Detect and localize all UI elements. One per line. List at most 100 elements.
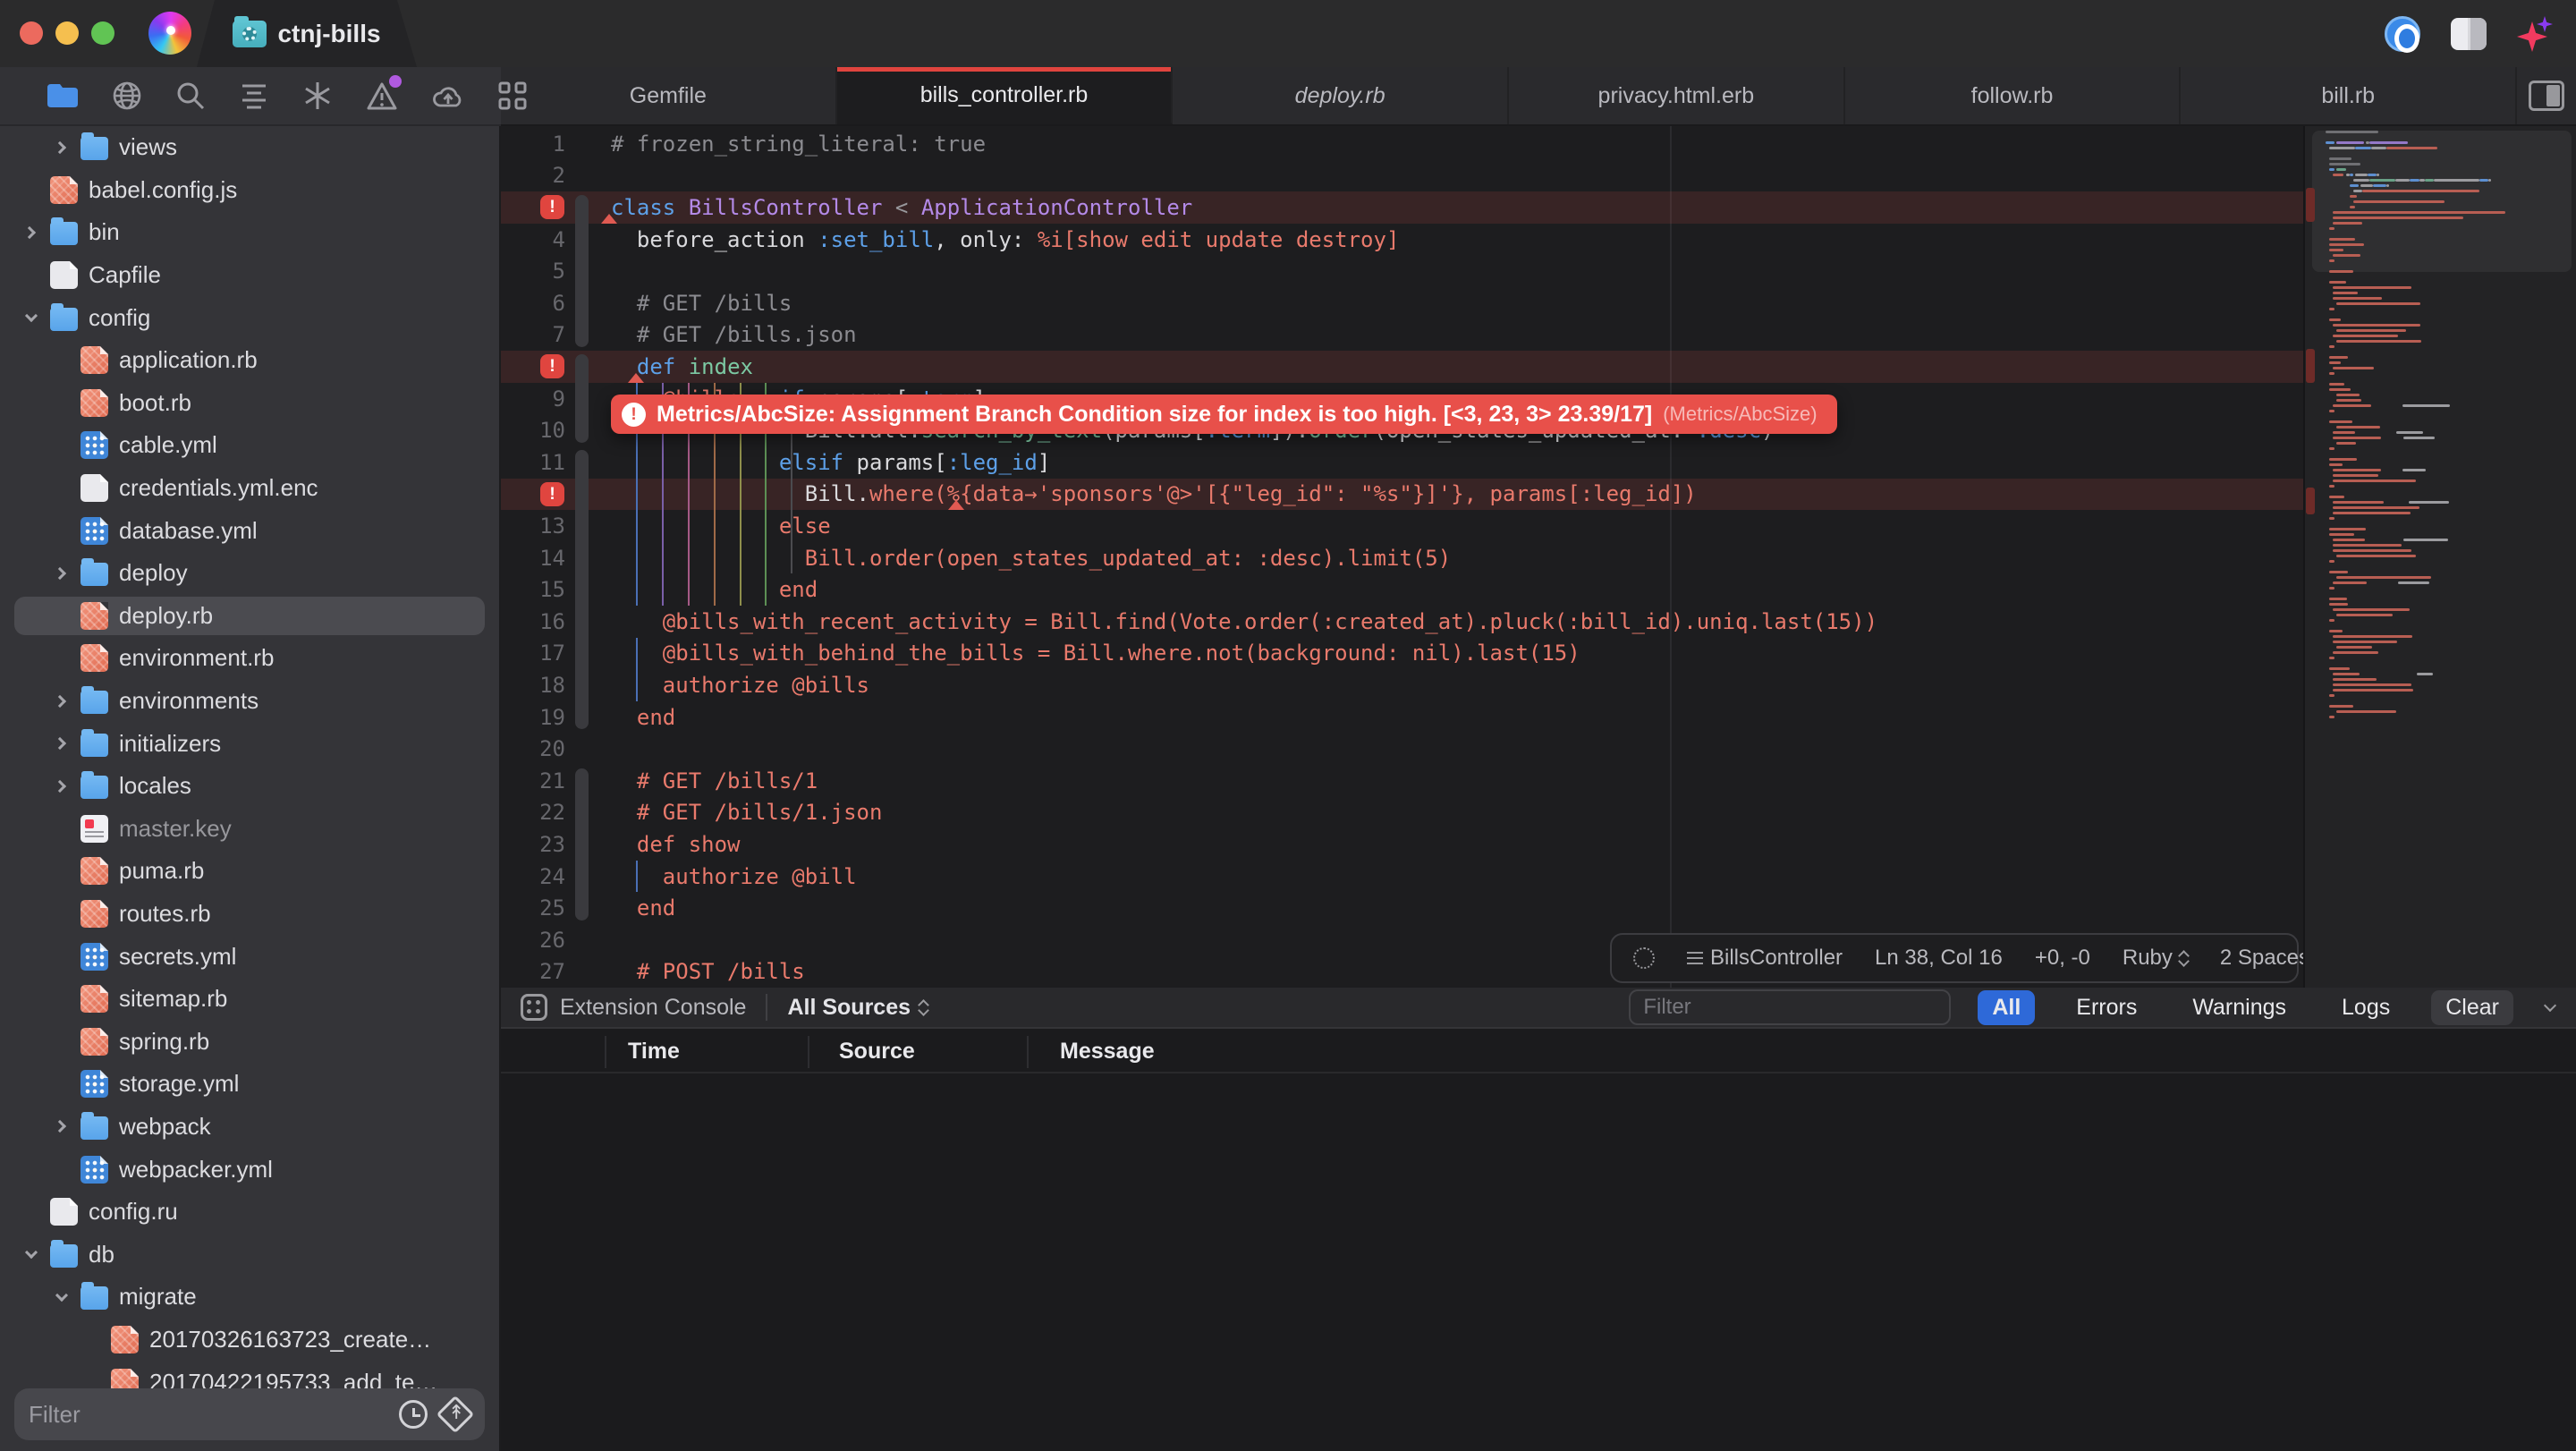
tree-file-cable-yml[interactable]: cable.yml	[0, 424, 499, 467]
chevron-open-icon[interactable]	[20, 306, 43, 329]
code-line-5[interactable]: 5	[501, 255, 2303, 287]
code-line-18[interactable]: 18 authorize @bills	[501, 669, 2303, 701]
gutter-error-icon[interactable]: !	[540, 195, 564, 219]
status-language-select[interactable]: Ruby	[2123, 946, 2188, 971]
code-editor[interactable]: ! Metrics/AbcSize: Assignment Branch Con…	[501, 126, 2303, 988]
code-line-19[interactable]: 19 end	[501, 701, 2303, 734]
filter-logs-button[interactable]: Logs	[2327, 990, 2404, 1025]
chevron-closed-icon[interactable]	[20, 221, 43, 244]
minimize-button[interactable]	[55, 21, 79, 45]
clear-button[interactable]: Clear	[2431, 990, 2513, 1025]
chevron-closed-icon[interactable]	[50, 562, 73, 585]
code-line-23[interactable]: 23 def show	[501, 828, 2303, 861]
code-line-16[interactable]: 16 @bills_with_recent_activity = Bill.fi…	[501, 606, 2303, 638]
code-line-20[interactable]: 20	[501, 733, 2303, 765]
code-line-6[interactable]: 6 # GET /bills	[501, 287, 2303, 319]
tab-bill-rb[interactable]: bill.rb	[2181, 67, 2517, 124]
collapse-console-icon[interactable]	[2544, 999, 2556, 1012]
code-line-14[interactable]: 14 Bill.order(open_states_updated_at: :d…	[501, 542, 2303, 574]
sidebar-filter-input[interactable]: Filter	[14, 1388, 485, 1440]
filter-warnings-button[interactable]: Warnings	[2178, 990, 2301, 1025]
filter-all-button[interactable]: All	[1978, 990, 2035, 1025]
tab-privacy-html-erb[interactable]: privacy.html.erb	[1509, 67, 1845, 124]
tree-folder-db[interactable]: db	[0, 1233, 499, 1276]
gutter-error-icon[interactable]: !	[540, 354, 564, 378]
tree-folder-locales[interactable]: locales	[0, 765, 499, 808]
gutter-error-icon[interactable]: !	[540, 482, 564, 506]
clips-icon[interactable]	[302, 79, 333, 113]
status-indent-select[interactable]: 2 Spaces	[2220, 946, 2303, 971]
code-line-2[interactable]: 2	[501, 160, 2303, 192]
tree-folder-bin[interactable]: bin	[0, 211, 499, 254]
project-tab[interactable]: ctnj-bills	[197, 0, 417, 67]
search-icon[interactable]	[175, 79, 206, 113]
code-line-3[interactable]: !class BillsController < ApplicationCont…	[501, 191, 2303, 224]
target-icon[interactable]	[2385, 16, 2420, 52]
tree-folder-environments[interactable]: environments	[0, 680, 499, 723]
tab-follow-rb[interactable]: follow.rb	[1845, 67, 2182, 124]
recent-filter-icon[interactable]	[399, 1400, 428, 1429]
tree-file-config-ru[interactable]: config.ru	[0, 1191, 499, 1234]
code-line-4[interactable]: 4 before_action :set_bill, only: %i[show…	[501, 224, 2303, 256]
chevron-closed-icon[interactable]	[50, 136, 73, 159]
chevron-closed-icon[interactable]	[50, 732, 73, 755]
chevron-open-icon[interactable]	[50, 1286, 73, 1309]
zoom-button[interactable]	[91, 21, 114, 45]
tree-file-application-rb[interactable]: application.rb	[0, 339, 499, 382]
chevron-closed-icon[interactable]	[50, 775, 73, 798]
code-line-7[interactable]: 7 # GET /bills.json	[501, 319, 2303, 352]
tree-file-Capfile[interactable]: Capfile	[0, 254, 499, 297]
tree-file-database-yml[interactable]: database.yml	[0, 509, 499, 552]
tree-file-puma-rb[interactable]: puma.rb	[0, 850, 499, 893]
tree-folder-config[interactable]: config	[0, 296, 499, 339]
code-line-12[interactable]: ! Bill.where(%{data→'sponsors'@>'[{"leg_…	[501, 479, 2303, 511]
code-line-15[interactable]: 15 end	[501, 573, 2303, 606]
tree-file-spring-rb[interactable]: spring.rb	[0, 1020, 499, 1063]
tab-deploy-rb[interactable]: deploy.rb	[1173, 67, 1509, 124]
split-editor-button[interactable]	[2517, 67, 2576, 124]
code-line-13[interactable]: 13 else	[501, 510, 2303, 542]
status-language-server[interactable]	[1633, 947, 1655, 969]
console-filter-input[interactable]: Filter	[1629, 989, 1951, 1025]
chevron-closed-icon[interactable]	[50, 690, 73, 713]
tab-Gemfile[interactable]: Gemfile	[501, 67, 837, 124]
code-line-8[interactable]: ! def index	[501, 351, 2303, 383]
sparkle-icon[interactable]	[2517, 16, 2553, 52]
filter-errors-button[interactable]: Errors	[2062, 990, 2151, 1025]
code-line-11[interactable]: 11 elsif params[:leg_id]	[501, 446, 2303, 479]
nova-app-icon[interactable]	[148, 12, 191, 55]
tree-file-webpacker-yml[interactable]: webpacker.yml	[0, 1148, 499, 1191]
tree-file-sitemap-rb[interactable]: sitemap.rb	[0, 978, 499, 1021]
tree-folder-webpack[interactable]: webpack	[0, 1106, 499, 1149]
tree-file-babel-config-js[interactable]: babel.config.js	[0, 169, 499, 212]
remote-icon[interactable]	[112, 79, 142, 113]
sourcekit-filter-icon[interactable]	[440, 1399, 470, 1430]
symbols-icon[interactable]	[239, 79, 269, 113]
chevron-closed-icon[interactable]	[50, 1115, 73, 1138]
code-line-21[interactable]: 21 # GET /bills/1	[501, 765, 2303, 797]
tree-file-environment-rb[interactable]: environment.rb	[0, 637, 499, 680]
code-line-17[interactable]: 17 @bills_with_behind_the_bills = Bill.w…	[501, 638, 2303, 670]
close-button[interactable]	[20, 21, 43, 45]
code-line-1[interactable]: 1# frozen_string_literal: true	[501, 128, 2303, 160]
publish-cloud-icon[interactable]	[431, 79, 465, 113]
tree-file-secrets-yml[interactable]: secrets.yml	[0, 935, 499, 978]
tree-file-credentials-yml-enc[interactable]: credentials.yml.enc	[0, 467, 499, 510]
chevron-open-icon[interactable]	[20, 1243, 43, 1266]
split-window-icon[interactable]	[2451, 18, 2487, 50]
tree-folder-migrate[interactable]: migrate	[0, 1276, 499, 1319]
code-line-25[interactable]: 25 end	[501, 892, 2303, 924]
tree-folder-views[interactable]: views	[0, 126, 499, 169]
tree-file-routes-rb[interactable]: routes.rb	[0, 893, 499, 936]
files-icon[interactable]	[47, 79, 79, 113]
tree-file-boot-rb[interactable]: boot.rb	[0, 382, 499, 425]
tree-folder-initializers[interactable]: initializers	[0, 722, 499, 765]
code-line-22[interactable]: 22 # GET /bills/1.json	[501, 797, 2303, 829]
tree-file-storage-yml[interactable]: storage.yml	[0, 1063, 499, 1106]
issues-icon[interactable]	[366, 79, 398, 113]
minimap[interactable]	[2303, 126, 2576, 988]
tree-file-20170326163723_create-[interactable]: 20170326163723_create…	[0, 1319, 499, 1362]
tab-bills_controller-rb[interactable]: bills_controller.rb	[837, 67, 1174, 124]
code-line-24[interactable]: 24 authorize @bill	[501, 861, 2303, 893]
tree-file-master-key[interactable]: master.key	[0, 808, 499, 851]
